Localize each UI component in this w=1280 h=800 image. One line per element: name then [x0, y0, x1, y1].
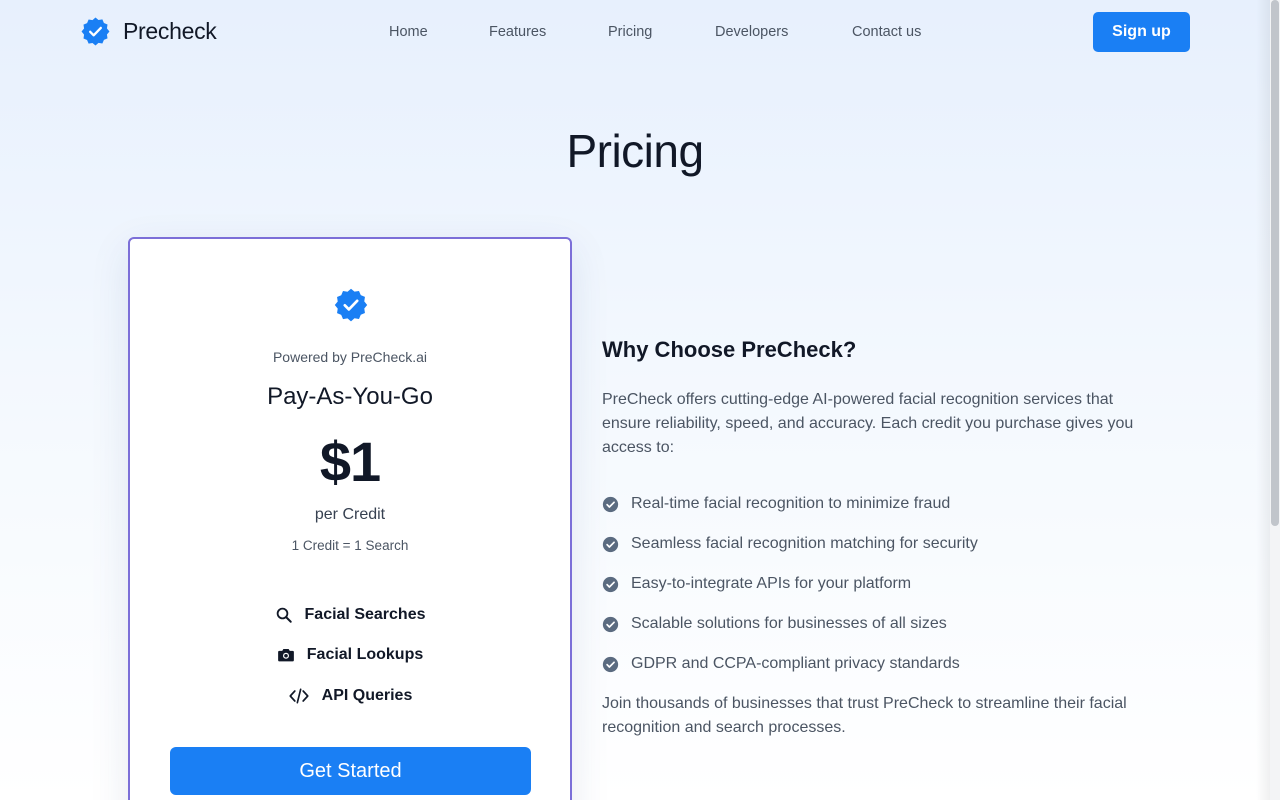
feature-api-queries: API Queries: [130, 686, 570, 706]
feature-label: API Queries: [321, 687, 413, 704]
pricing-card: Powered by PreCheck.ai Pay-As-You-Go $1 …: [128, 237, 572, 800]
verified-badge-icon: [81, 17, 110, 46]
benefit-text: Scalable solutions for businesses of all…: [631, 615, 947, 632]
check-circle-icon: [602, 616, 619, 632]
signup-button[interactable]: Sign up: [1093, 12, 1190, 52]
check-circle-icon: [602, 576, 619, 592]
list-item: GDPR and CCPA-compliant privacy standard…: [602, 644, 978, 684]
why-choose-outro: Join thousands of businesses that trust …: [602, 695, 1127, 736]
powered-by-text: Powered by PreCheck.ai: [272, 349, 428, 365]
list-item: Real-time facial recognition to minimize…: [602, 484, 978, 524]
credit-equivalence: 1 Credit = 1 Search: [291, 538, 409, 553]
page-scrollbar[interactable]: [1270, 0, 1280, 800]
brand-name: Precheck: [123, 18, 217, 44]
brand-logo-link[interactable]: Precheck: [80, 16, 217, 47]
camera-icon: [277, 649, 294, 662]
feature-label: Facial Lookups: [306, 646, 424, 663]
benefit-text: GDPR and CCPA-compliant privacy standard…: [631, 655, 960, 672]
check-circle-icon: [602, 496, 619, 512]
benefit-text: Easy-to-integrate APIs for your platform: [631, 575, 912, 592]
plan-price: $1: [319, 430, 381, 493]
list-item: Easy-to-integrate APIs for your platform: [602, 564, 978, 604]
why-choose-intro: PreCheck offers cutting-edge AI-powered …: [602, 391, 1134, 456]
check-circle-icon: [602, 536, 619, 552]
nav-features[interactable]: Features: [489, 24, 608, 40]
price-unit: per Credit: [314, 506, 386, 523]
nav-pricing[interactable]: Pricing: [608, 24, 715, 40]
feature-facial-lookups: Facial Lookups: [130, 646, 570, 664]
list-item: Seamless facial recognition matching for…: [602, 524, 978, 564]
verified-badge-icon: [334, 288, 368, 322]
site-header: Precheck Home Features Pricing Developer…: [0, 0, 1270, 64]
main-nav: Home Features Pricing Developers Contact…: [389, 24, 952, 40]
benefits-list: Real-time facial recognition to minimize…: [602, 484, 978, 684]
scrollbar-thumb[interactable]: [1271, 0, 1279, 526]
benefit-text: Real-time facial recognition to minimize…: [631, 495, 951, 512]
check-circle-icon: [602, 656, 619, 672]
page-title: Pricing: [566, 125, 704, 177]
feature-facial-searches: Facial Searches: [130, 606, 570, 624]
why-choose-heading: Why Choose PreCheck?: [602, 337, 857, 362]
nav-contact-us[interactable]: Contact us: [852, 24, 952, 40]
get-started-button[interactable]: Get Started: [170, 747, 531, 795]
search-icon: [276, 607, 292, 623]
benefit-text: Seamless facial recognition matching for…: [631, 535, 978, 552]
plan-name: Pay-As-You-Go: [267, 383, 433, 410]
nav-home[interactable]: Home: [389, 24, 489, 40]
edge-shadow: [1256, 0, 1270, 800]
list-item: Scalable solutions for businesses of all…: [602, 604, 978, 644]
code-icon: [289, 688, 309, 704]
feature-label: Facial Searches: [304, 606, 426, 623]
nav-developers[interactable]: Developers: [715, 24, 852, 40]
